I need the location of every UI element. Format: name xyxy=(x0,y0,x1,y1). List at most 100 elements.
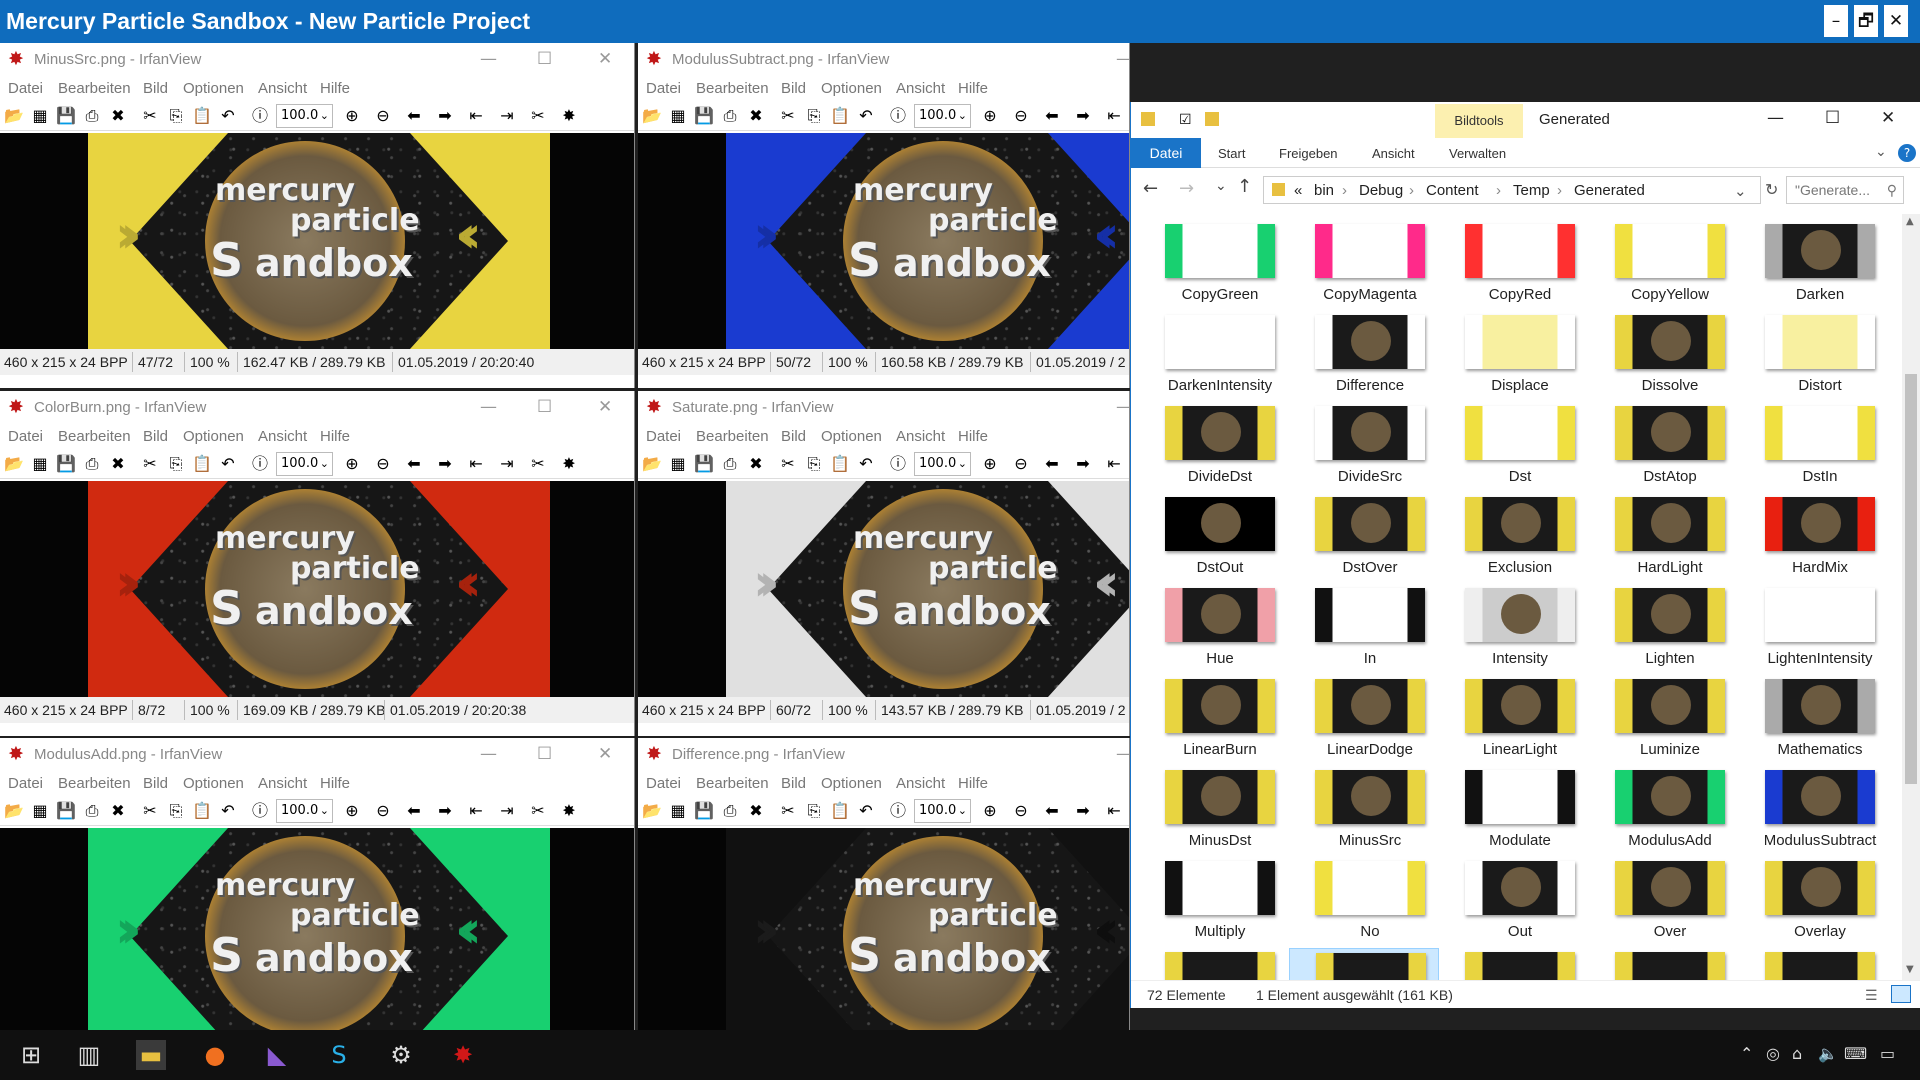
expand-ribbon-icon[interactable]: ⌄ xyxy=(1875,144,1887,160)
file-item[interactable]: LinearDodge xyxy=(1289,675,1439,765)
zoom-in-icon[interactable]: ⊕ xyxy=(342,802,362,820)
cut-icon[interactable]: ✂ xyxy=(140,107,160,125)
irfan-logo-icon[interactable]: ✸ xyxy=(559,802,579,820)
file-item[interactable]: Hue xyxy=(1139,584,1289,674)
settings-icon[interactable]: ⚙ xyxy=(386,1040,416,1070)
menu-item[interactable]: Datei xyxy=(8,428,43,445)
next-icon[interactable]: ➡ xyxy=(1073,802,1093,820)
file-item[interactable]: Luminize xyxy=(1589,675,1739,765)
minimize-icon[interactable]: — xyxy=(480,49,497,69)
tiles-view-icon[interactable] xyxy=(1891,985,1911,1003)
mercury-sandbox-icon[interactable]: S xyxy=(324,1040,354,1070)
maximize-icon[interactable]: ☐ xyxy=(537,744,552,764)
file-item[interactable] xyxy=(1739,948,1889,980)
firefox-icon[interactable]: ● xyxy=(200,1040,230,1070)
menu-item[interactable]: Optionen xyxy=(183,775,244,792)
file-item[interactable]: Intensity xyxy=(1439,584,1589,674)
visual-studio-icon[interactable]: ◣ xyxy=(262,1040,292,1070)
file-item[interactable]: HardLight xyxy=(1589,493,1739,583)
menu-item[interactable]: Bearbeiten xyxy=(696,80,769,97)
thumbnails-icon[interactable]: ▦ xyxy=(30,802,50,820)
info-icon[interactable]: ⓘ xyxy=(250,107,270,125)
explorer-minimize-icon[interactable]: — xyxy=(1767,108,1784,128)
delete-icon[interactable]: ✖ xyxy=(746,107,766,125)
previous-icon[interactable]: ⬅ xyxy=(404,802,424,820)
menu-item[interactable]: Optionen xyxy=(183,80,244,97)
previous-icon[interactable]: ⬅ xyxy=(404,455,424,473)
file-item[interactable]: Mathematics xyxy=(1739,675,1889,765)
scroll-down-icon[interactable]: ▼ xyxy=(1906,964,1914,975)
zoom-out-icon[interactable]: ⊖ xyxy=(1011,107,1031,125)
menu-item[interactable]: Bild xyxy=(781,428,806,445)
maximize-icon[interactable]: ☐ xyxy=(537,397,552,417)
forward-icon[interactable]: → xyxy=(1179,178,1194,199)
menu-item[interactable]: Optionen xyxy=(821,428,882,445)
menu-item[interactable]: Bearbeiten xyxy=(58,775,131,792)
properties-icon[interactable]: ☑ xyxy=(1179,112,1192,128)
print-icon[interactable]: ⎙ xyxy=(720,455,740,473)
undo-icon[interactable]: ↶ xyxy=(856,107,876,125)
keyboard-icon[interactable]: ⌨ xyxy=(1844,1044,1867,1063)
menu-item[interactable]: Bild xyxy=(143,428,168,445)
breadcrumb-content[interactable]: Content xyxy=(1426,182,1479,199)
print-icon[interactable]: ⎙ xyxy=(720,107,740,125)
file-item[interactable]: In xyxy=(1289,584,1439,674)
file-item[interactable]: Darken xyxy=(1739,220,1889,310)
file-item[interactable]: Lighten xyxy=(1589,584,1739,674)
tools-icon[interactable]: ✂ xyxy=(528,802,548,820)
print-icon[interactable]: ⎙ xyxy=(82,455,102,473)
task-view-icon[interactable]: ▥ xyxy=(74,1040,104,1070)
undo-icon[interactable]: ↶ xyxy=(856,455,876,473)
menu-item[interactable]: Hilfe xyxy=(320,775,350,792)
refresh-icon[interactable]: ↻ xyxy=(1765,180,1778,199)
delete-icon[interactable]: ✖ xyxy=(746,802,766,820)
file-item[interactable] xyxy=(1139,948,1289,980)
file-item[interactable]: CopyRed xyxy=(1439,220,1589,310)
menu-item[interactable]: Bild xyxy=(143,775,168,792)
copy-icon[interactable]: ⎘ xyxy=(804,107,824,125)
recent-dropdown-icon[interactable]: ⌄ xyxy=(1215,178,1227,194)
first-page-icon[interactable]: ⇤ xyxy=(466,802,486,820)
print-icon[interactable]: ⎙ xyxy=(720,802,740,820)
menu-item[interactable]: Optionen xyxy=(183,428,244,445)
save-icon[interactable]: 💾 xyxy=(56,107,76,125)
tab-ansicht[interactable]: Ansicht xyxy=(1372,146,1415,161)
menu-item[interactable]: Optionen xyxy=(821,775,882,792)
address-dropdown-icon[interactable]: ⌄ xyxy=(1734,182,1747,200)
file-item[interactable] xyxy=(1589,948,1739,980)
file-item[interactable]: DarkenIntensity xyxy=(1139,311,1289,401)
info-icon[interactable]: ⓘ xyxy=(250,802,270,820)
close-icon[interactable]: ✕ xyxy=(598,397,612,417)
breadcrumb-temp[interactable]: Temp xyxy=(1513,182,1550,199)
delete-icon[interactable]: ✖ xyxy=(108,802,128,820)
file-item[interactable]: DivideSrc xyxy=(1289,402,1439,492)
file-item[interactable]: Over xyxy=(1589,857,1739,947)
file-item[interactable]: LinearBurn xyxy=(1139,675,1289,765)
scroll-up-icon[interactable]: ▲ xyxy=(1906,216,1914,227)
file-item[interactable]: Distort xyxy=(1739,311,1889,401)
previous-icon[interactable]: ⬅ xyxy=(1042,107,1062,125)
next-icon[interactable]: ➡ xyxy=(1073,455,1093,473)
explorer-maximize-icon[interactable]: ☐ xyxy=(1825,108,1840,128)
file-item[interactable]: No xyxy=(1289,857,1439,947)
file-item[interactable]: ModulusSubtract xyxy=(1739,766,1889,856)
paste-icon[interactable]: 📋 xyxy=(192,802,212,820)
zoom-select[interactable]: 100.0 ⌄ xyxy=(914,799,971,823)
next-icon[interactable]: ➡ xyxy=(435,107,455,125)
zoom-in-icon[interactable]: ⊕ xyxy=(342,107,362,125)
first-page-icon[interactable]: ⇤ xyxy=(1104,107,1124,125)
zoom-in-icon[interactable]: ⊕ xyxy=(980,107,1000,125)
notifications-icon[interactable]: ▭ xyxy=(1880,1044,1895,1063)
close-button[interactable]: ✕ xyxy=(1884,5,1908,37)
ribbon-context-bildtools[interactable]: Bildtools xyxy=(1435,104,1523,138)
first-page-icon[interactable]: ⇤ xyxy=(1104,455,1124,473)
irfanview-icon[interactable]: ✸ xyxy=(448,1040,478,1070)
paste-icon[interactable]: 📋 xyxy=(192,455,212,473)
cut-icon[interactable]: ✂ xyxy=(140,455,160,473)
back-icon[interactable]: ← xyxy=(1143,178,1158,199)
paste-icon[interactable]: 📋 xyxy=(830,802,850,820)
delete-icon[interactable]: ✖ xyxy=(746,455,766,473)
open-icon[interactable]: 📂 xyxy=(4,455,24,473)
zoom-in-icon[interactable]: ⊕ xyxy=(980,802,1000,820)
open-icon[interactable]: 📂 xyxy=(642,802,662,820)
